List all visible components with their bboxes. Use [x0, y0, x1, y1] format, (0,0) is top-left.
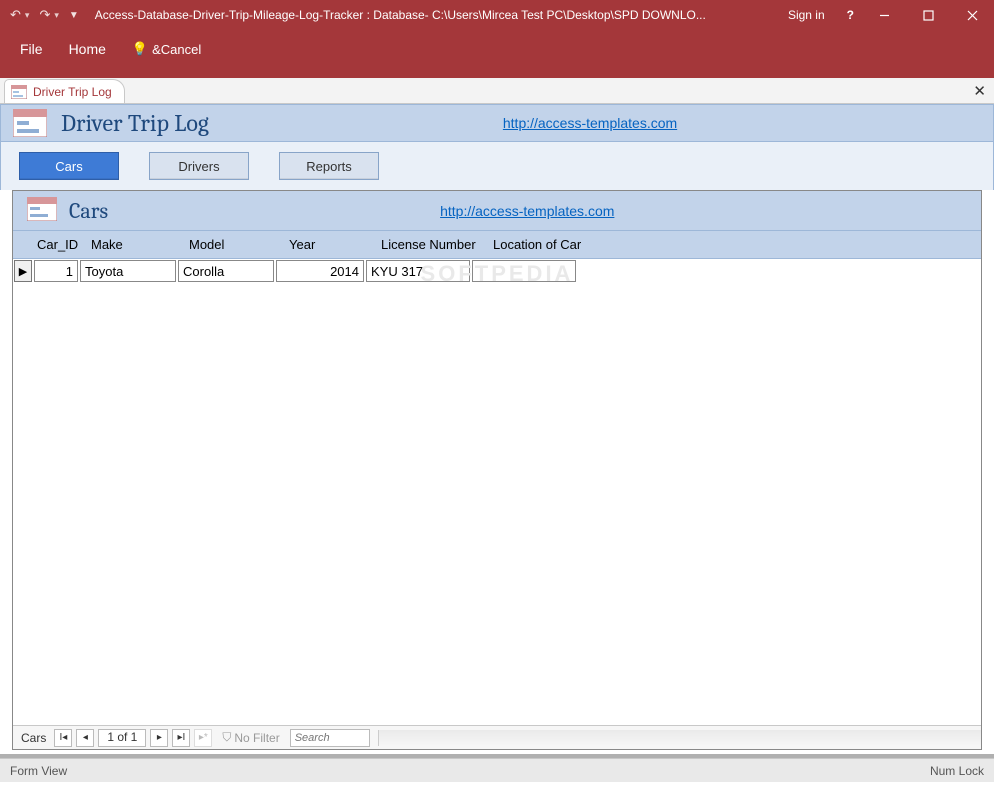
first-record-icon[interactable]: I◂	[54, 729, 72, 747]
maximize-button[interactable]	[906, 0, 950, 30]
subform-frame: Cars http://access-templates.com Car_ID …	[12, 190, 982, 750]
form-link-a[interactable]: http://access-templates.com	[503, 115, 677, 131]
table-row: ▶	[13, 259, 981, 283]
last-record-icon[interactable]: ▸I	[172, 729, 190, 747]
row-selector-icon[interactable]: ▶	[14, 260, 32, 282]
document-tab[interactable]: Driver Trip Log	[4, 79, 125, 103]
status-numlock: Num Lock	[930, 764, 984, 778]
customize-qat-icon[interactable]: ▼	[69, 10, 79, 21]
form-title: Driver Trip Log	[61, 109, 209, 137]
col-header-lic[interactable]: License Number	[377, 237, 489, 252]
cell-model[interactable]	[178, 260, 274, 282]
col-header-id[interactable]: Car_ID	[33, 237, 87, 252]
cell-lic[interactable]	[366, 260, 470, 282]
help-icon[interactable]: ?	[847, 8, 854, 22]
record-search-input[interactable]	[291, 730, 369, 746]
document-tab-label: Driver Trip Log	[33, 85, 112, 99]
window-title: Access-Database-Driver-Trip-Mileage-Log-…	[89, 8, 780, 22]
record-position[interactable]: 1 of 1	[98, 729, 146, 747]
home-tab[interactable]: Home	[69, 41, 106, 57]
title-bar-right: Sign in ?	[780, 8, 862, 22]
nav-cars-button[interactable]: Cars	[19, 152, 119, 180]
cell-id[interactable]	[34, 260, 78, 282]
next-record-icon[interactable]: ▸	[150, 729, 168, 747]
subform-header: Cars http://access-templates.com	[13, 191, 981, 231]
document-tab-strip: Driver Trip Log ✕	[0, 78, 994, 104]
cell-model-input[interactable]	[179, 261, 273, 281]
tell-me-label: &Cancel	[152, 42, 201, 57]
form-header-icon	[13, 109, 47, 137]
form-link: http://access-templates.com	[503, 115, 677, 131]
filter-label: No Filter	[234, 731, 279, 745]
close-document-icon[interactable]: ✕	[973, 82, 986, 100]
filter-icon: ⛉	[222, 730, 231, 745]
prev-record-icon[interactable]: ◂	[76, 729, 94, 747]
cell-loc[interactable]	[472, 260, 576, 282]
title-bar: ↶ ▾ ↷ ▾ ▼ Access-Database-Driver-Trip-Mile…	[0, 0, 994, 30]
cell-loc-input[interactable]	[473, 261, 575, 281]
redo-more-icon[interactable]: ▾	[54, 10, 59, 21]
form-header: Driver Trip Log http://access-templates.…	[0, 104, 994, 142]
subform-header-icon	[27, 197, 57, 224]
file-tab[interactable]: File	[20, 41, 43, 57]
form-area: Driver Trip Log http://access-templates.…	[0, 104, 994, 750]
cell-year-input[interactable]	[277, 261, 363, 281]
form-icon	[11, 85, 27, 99]
filter-status[interactable]: ⛉ No Filter	[216, 730, 285, 745]
recnav-label: Cars	[17, 731, 50, 745]
horizontal-scroll-track[interactable]	[378, 730, 981, 746]
lightbulb-icon: 💡	[132, 41, 148, 57]
status-bar: Form View Num Lock	[0, 758, 994, 782]
record-search[interactable]	[290, 729, 370, 747]
sign-in-link[interactable]: Sign in	[788, 8, 825, 22]
form-nav: Cars Drivers Reports	[0, 142, 994, 190]
redo-icon[interactable]: ↷	[39, 7, 50, 23]
cell-lic-input[interactable]	[367, 261, 469, 281]
col-header-model[interactable]: Model	[185, 237, 285, 252]
record-navigator: Cars I◂ ◂ 1 of 1 ▸ ▸I ▸* ⛉ No Filter	[13, 725, 981, 749]
undo-more-icon[interactable]: ▾	[25, 10, 30, 21]
subform-column-headers: Car_ID Make Model Year License Number Lo…	[13, 231, 981, 259]
subform-link: http://access-templates.com	[440, 203, 614, 219]
window-buttons	[862, 0, 994, 30]
cell-id-input[interactable]	[35, 261, 77, 281]
close-button[interactable]	[950, 0, 994, 30]
subform-link-a[interactable]: http://access-templates.com	[440, 203, 614, 219]
undo-icon[interactable]: ↶	[10, 7, 21, 23]
cell-make[interactable]	[80, 260, 176, 282]
col-header-loc[interactable]: Location of Car	[489, 237, 599, 252]
status-left: Form View	[10, 764, 930, 778]
nav-drivers-button[interactable]: Drivers	[149, 152, 249, 180]
tell-me[interactable]: 💡 &Cancel	[132, 41, 201, 57]
subform-title: Cars	[69, 198, 108, 224]
subform-body: SOFTPEDIA ▶	[13, 259, 981, 725]
new-record-icon[interactable]: ▸*	[194, 729, 212, 747]
cell-year[interactable]	[276, 260, 364, 282]
col-header-make[interactable]: Make	[87, 237, 185, 252]
quick-access-toolbar: ↶ ▾ ↷ ▾ ▼	[0, 7, 89, 23]
minimize-button[interactable]	[862, 0, 906, 30]
nav-reports-button[interactable]: Reports	[279, 152, 379, 180]
col-header-year[interactable]: Year	[285, 237, 377, 252]
ribbon: File Home 💡 &Cancel	[0, 30, 994, 78]
cell-make-input[interactable]	[81, 261, 175, 281]
